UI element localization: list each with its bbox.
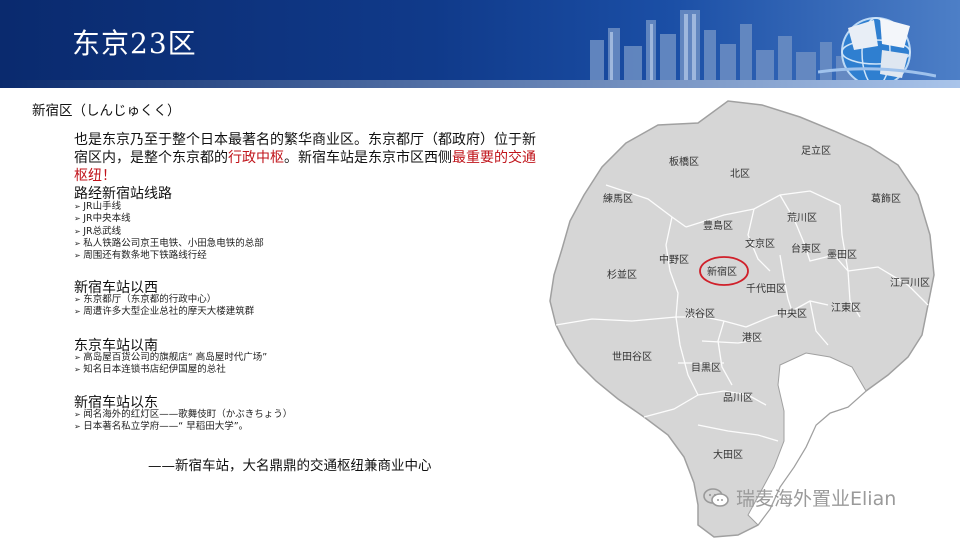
header-banner: 东京23区 (0, 0, 960, 88)
watermark: 瑞麦海外置业Elian (702, 484, 896, 511)
intro-text-2: 。新宿车站是东京市区西侧 (284, 150, 452, 166)
page-title: 东京23区 (72, 27, 197, 60)
map-label-sumida: 墨田区 (827, 249, 857, 261)
west-list: 东京都厅（东京都的行政中心） 周遭许多大型企业总社的摩天大楼建筑群 (74, 294, 254, 319)
map-label-arakawa: 荒川区 (787, 212, 817, 224)
list-item: 知名日本连锁书店纪伊国屋的总社 (74, 364, 267, 376)
intro-highlight-admin: 行政中枢 (228, 150, 284, 166)
list-item: 周遭许多大型企业总社的摩天大楼建筑群 (74, 306, 254, 318)
wechat-icon (703, 487, 729, 507)
south-list: 高岛屋百货公司的旗舰店“ 高岛屋时代广场” 知名日本连锁书店纪伊国屋的总社 (74, 352, 267, 377)
map-label-nakano: 中野区 (659, 253, 689, 266)
map-label-setagaya: 世田谷区 (612, 351, 652, 363)
map-label-itabashi: 板橋区 (669, 155, 699, 168)
map-label-shinjuku: 新宿区 (707, 265, 737, 278)
map-label-koto: 江東区 (831, 301, 861, 314)
list-item: 闻名海外的红灯区——歌舞伎町（かぶきちょう） (74, 409, 292, 421)
map-label-toshima: 豊島区 (703, 219, 733, 232)
map-label-meguro: 目黒区 (691, 362, 721, 374)
tokyo-wards-map: 足立区 板橋区 北区 練馬区 葛飾区 荒川区 豊島区 文京区 台東区 墨田区 中… (549, 100, 935, 538)
list-item: 高岛屋百货公司的旗舰店“ 高岛屋时代广场” (74, 352, 267, 364)
list-item: 东京都厅（东京都的行政中心） (74, 294, 254, 306)
globe-logo-icon (818, 17, 936, 86)
list-item: JR中央本线 (74, 213, 264, 225)
watermark-text: 瑞麦海外置业Elian (736, 488, 897, 510)
map-label-adachi: 足立区 (801, 144, 831, 157)
summary-line: ——新宿车站，大名鼎鼎的交通枢纽兼商业中心 (148, 458, 432, 474)
header-strip (0, 80, 960, 88)
list-item: 私人铁路公司京王电铁、小田急电铁的总部 (74, 238, 264, 250)
map-label-kita: 北区 (730, 168, 750, 180)
map-label-katsushika: 葛飾区 (871, 192, 901, 205)
map-label-shinagawa: 品川区 (723, 392, 753, 404)
intro-paragraph: 也是东京乃至于整个日本最著名的繁华商业区。东京都厅（都政府）位于新宿区内，是整个… (74, 131, 540, 203)
east-list: 闻名海外的红灯区——歌舞伎町（かぶきちょう） 日本著名私立学府——“ 早稻田大学… (74, 409, 292, 434)
map-label-suginami: 杉並区 (607, 268, 637, 281)
map-outline (549, 100, 935, 538)
list-item: 日本著名私立学府——“ 早稻田大学”。 (74, 421, 292, 433)
section-subtitle: 新宿区（しんじゅくく） (32, 103, 181, 119)
map-label-minato: 港区 (742, 332, 762, 344)
map-label-shibuya: 渋谷区 (685, 307, 715, 320)
map-label-chiyoda: 千代田区 (746, 283, 786, 295)
map-label-edogawa: 江戸川区 (890, 277, 930, 289)
lines-list: JR山手线 JR中央本线 JR总武线 私人铁路公司京王电铁、小田急电铁的总部 周… (74, 201, 264, 262)
map-label-bunkyo: 文京区 (745, 237, 775, 250)
list-item: JR山手线 (74, 201, 264, 213)
map-label-ota: 大田区 (713, 448, 743, 461)
map-label-nerima: 練馬区 (603, 192, 633, 205)
map-label-taito: 台東区 (791, 242, 821, 255)
list-item: 周围还有数条地下铁路线行经 (74, 250, 264, 262)
list-item: JR总武线 (74, 226, 264, 238)
map-label-chuo: 中央区 (777, 307, 807, 320)
